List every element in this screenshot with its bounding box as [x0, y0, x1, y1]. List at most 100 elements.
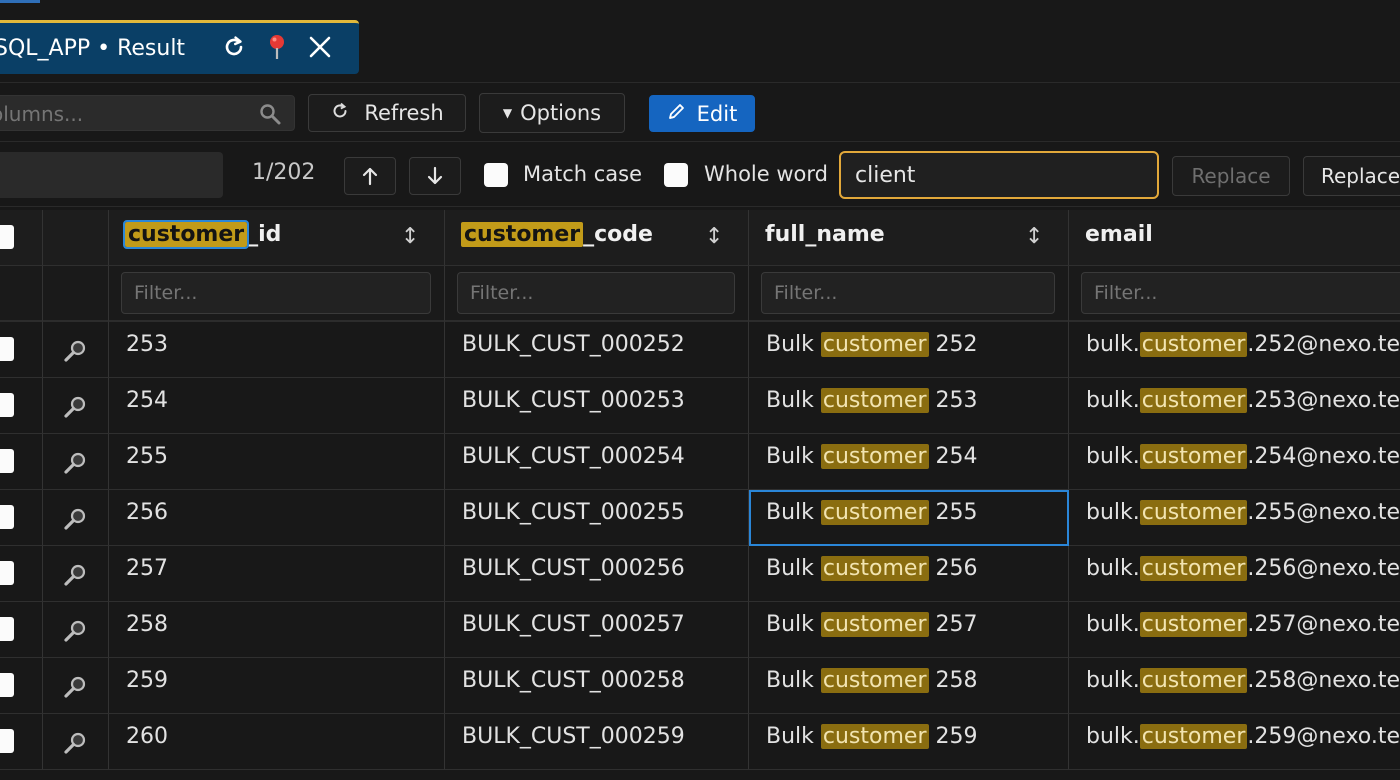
cell-email[interactable]: bulk.customer.254@nexo.te: [1069, 434, 1400, 490]
magnifier-icon[interactable]: [63, 450, 89, 480]
column-header-customer-code[interactable]: customer _code ↕: [445, 210, 749, 266]
magnifier-icon[interactable]: [63, 674, 89, 704]
sort-icon[interactable]: ↕: [705, 224, 723, 249]
cell-customer-code[interactable]: BULK_CUST_000252: [445, 322, 749, 378]
filter-cell: [1069, 266, 1400, 324]
filter-cell: [445, 266, 749, 324]
cell-full-name[interactable]: Bulk customer 252: [749, 322, 1069, 378]
match-highlight: customer: [1139, 724, 1248, 749]
refresh-icon[interactable]: [219, 32, 249, 62]
match-highlight: customer: [1139, 444, 1248, 469]
row-checkbox[interactable]: [0, 561, 14, 585]
cell-full-name[interactable]: Bulk customer 257: [749, 602, 1069, 658]
column-header-label: email: [1085, 222, 1153, 247]
table-row[interactable]: 258 BULK_CUST_000257 Bulk customer 257 b…: [0, 602, 1400, 658]
row-checkbox[interactable]: [0, 729, 14, 753]
table-row[interactable]: 256 BULK_CUST_000255 Bulk customer 255 b…: [0, 490, 1400, 546]
cell-full-name[interactable]: Bulk customer 259: [749, 714, 1069, 770]
edit-button-label: Edit: [696, 101, 738, 126]
magnifier-icon[interactable]: [63, 618, 89, 648]
magnifier-icon[interactable]: [63, 562, 89, 592]
cell-customer-id[interactable]: 258: [109, 602, 445, 658]
cell-email[interactable]: bulk.customer.255@nexo.te: [1069, 490, 1400, 546]
magnifier-icon[interactable]: [63, 730, 89, 760]
cell-customer-code[interactable]: BULK_CUST_000256: [445, 546, 749, 602]
replace-all-button[interactable]: Replace: [1303, 156, 1400, 196]
cell-customer-code[interactable]: BULK_CUST_000259: [445, 714, 749, 770]
filter-input-full-name[interactable]: [761, 272, 1055, 314]
tab-result[interactable]: SQL_APP • Result: [0, 20, 359, 74]
cell-customer-id[interactable]: 253: [109, 322, 445, 378]
cell-customer-code[interactable]: BULK_CUST_000255: [445, 490, 749, 546]
magnifier-icon[interactable]: [63, 394, 89, 424]
table-row[interactable]: 260 BULK_CUST_000259 Bulk customer 259 b…: [0, 714, 1400, 770]
chevron-down-icon: ▼: [502, 106, 513, 120]
cell-customer-id[interactable]: 256: [109, 490, 445, 546]
next-match-button[interactable]: [409, 157, 461, 195]
whole-word-checkbox[interactable]: [664, 163, 688, 187]
refresh-button[interactable]: Refresh: [308, 94, 466, 132]
options-button[interactable]: ▼ Options: [479, 93, 625, 133]
previous-match-button[interactable]: [344, 157, 396, 195]
match-case-checkbox[interactable]: [484, 163, 508, 187]
column-header-email[interactable]: email: [1069, 210, 1400, 266]
row-checkbox[interactable]: [0, 505, 14, 529]
filter-input-customer-id[interactable]: [121, 272, 431, 314]
table-row[interactable]: 254 BULK_CUST_000253 Bulk customer 253 b…: [0, 378, 1400, 434]
table-row[interactable]: 259 BULK_CUST_000258 Bulk customer 258 b…: [0, 658, 1400, 714]
cell-customer-id[interactable]: 254: [109, 378, 445, 434]
column-header-full-name[interactable]: full_name ↕: [749, 210, 1069, 266]
cell-customer-code[interactable]: BULK_CUST_000257: [445, 602, 749, 658]
cell-customer-id[interactable]: 255: [109, 434, 445, 490]
column-search-input[interactable]: [0, 96, 243, 132]
cell-email[interactable]: bulk.customer.253@nexo.te: [1069, 378, 1400, 434]
arrow-down-icon: [427, 166, 443, 185]
magnifier-icon[interactable]: [63, 506, 89, 536]
whole-word-label: Whole word: [704, 162, 828, 186]
sort-icon[interactable]: ↕: [1025, 224, 1043, 249]
cell-email[interactable]: bulk.customer.256@nexo.te: [1069, 546, 1400, 602]
match-highlight: customer: [820, 724, 929, 749]
row-checkbox[interactable]: [0, 337, 14, 361]
cell-email[interactable]: bulk.customer.252@nexo.te: [1069, 322, 1400, 378]
table-row[interactable]: 257 BULK_CUST_000256 Bulk customer 256 b…: [0, 546, 1400, 602]
close-icon[interactable]: [305, 32, 335, 62]
row-checkbox[interactable]: [0, 617, 14, 641]
row-checkbox[interactable]: [0, 393, 14, 417]
pin-icon[interactable]: [262, 32, 292, 62]
sort-icon[interactable]: ↕: [401, 224, 419, 249]
row-checkbox[interactable]: [0, 449, 14, 473]
refresh-icon: [330, 101, 350, 126]
cell-customer-code[interactable]: BULK_CUST_000258: [445, 658, 749, 714]
table-row[interactable]: 255 BULK_CUST_000254 Bulk customer 254 b…: [0, 434, 1400, 490]
cell-email[interactable]: bulk.customer.259@nexo.te: [1069, 714, 1400, 770]
cell-full-name[interactable]: Bulk customer 254: [749, 434, 1069, 490]
filter-input-email[interactable]: [1081, 272, 1400, 314]
cell-full-name[interactable]: Bulk customer 256: [749, 546, 1069, 602]
cell-customer-id[interactable]: 257: [109, 546, 445, 602]
cell-full-name-selected[interactable]: Bulk customer 255: [749, 490, 1069, 546]
column-search[interactable]: [0, 95, 295, 132]
magnifier-icon[interactable]: [63, 338, 89, 368]
cell-customer-code[interactable]: BULK_CUST_000254: [445, 434, 749, 490]
match-highlight: customer: [1139, 668, 1248, 693]
row-checkbox[interactable]: [0, 673, 14, 697]
cell-customer-code[interactable]: BULK_CUST_000253: [445, 378, 749, 434]
cell-email[interactable]: bulk.customer.257@nexo.te: [1069, 602, 1400, 658]
cell-customer-id[interactable]: 259: [109, 658, 445, 714]
replace-button[interactable]: Replace: [1172, 156, 1290, 196]
filter-input-customer-code[interactable]: [457, 272, 735, 314]
table-row[interactable]: 253 BULK_CUST_000252 Bulk customer 252 b…: [0, 322, 1400, 378]
column-header-customer-id[interactable]: customer _id ↕: [109, 210, 445, 266]
find-input[interactable]: [0, 152, 223, 198]
edit-button[interactable]: Edit: [649, 95, 755, 132]
match-highlight: customer: [1139, 556, 1248, 581]
select-all-checkbox[interactable]: [0, 225, 14, 249]
cell-full-name[interactable]: Bulk customer 253: [749, 378, 1069, 434]
match-highlight: customer: [820, 556, 929, 581]
cell-customer-id[interactable]: 260: [109, 714, 445, 770]
row-inspect-cell: [43, 322, 109, 378]
replace-input[interactable]: [839, 151, 1159, 199]
cell-email[interactable]: bulk.customer.258@nexo.te: [1069, 658, 1400, 714]
cell-full-name[interactable]: Bulk customer 258: [749, 658, 1069, 714]
